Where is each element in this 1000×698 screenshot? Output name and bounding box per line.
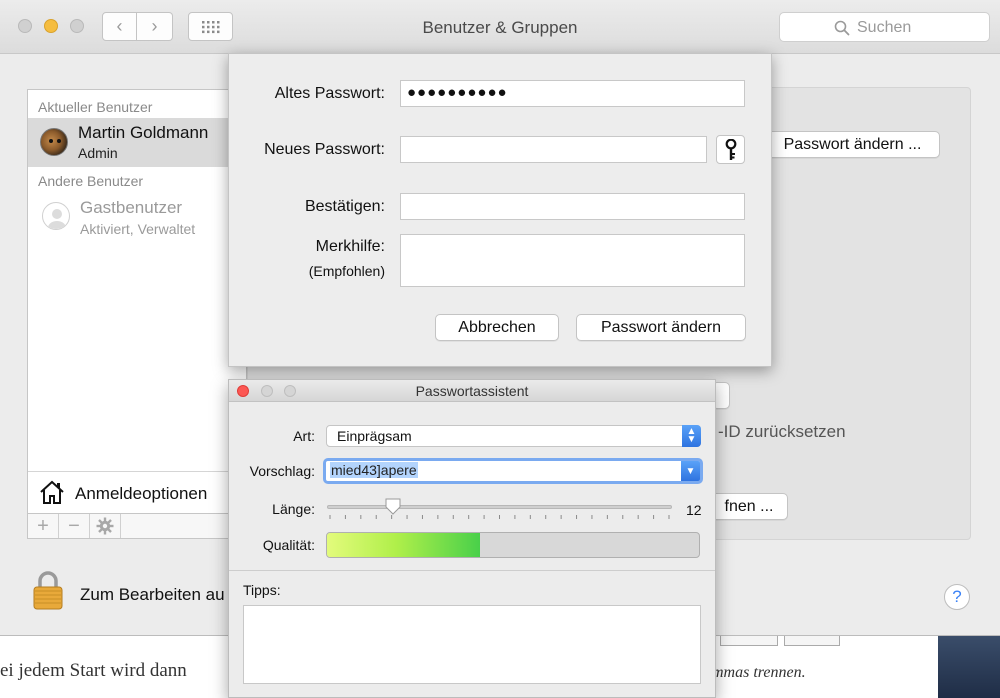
background-buttons bbox=[720, 636, 840, 648]
quality-meter bbox=[326, 532, 700, 558]
login-options-item[interactable]: Anmeldeoptionen bbox=[28, 471, 246, 511]
hint-recommended-label: (Empfohlen) bbox=[308, 263, 385, 279]
type-label: Art: bbox=[293, 428, 315, 444]
user-list: Aktueller Benutzer Martin Goldmann Admin… bbox=[27, 89, 247, 539]
password-hint-field[interactable] bbox=[400, 234, 745, 287]
slider-thumb[interactable] bbox=[384, 498, 402, 516]
cancel-button[interactable]: Abbrechen bbox=[435, 314, 559, 341]
slider-track bbox=[327, 505, 672, 509]
password-assistant-window: Passwortassistent Art: Einprägsam ▲ ▼ Vor… bbox=[228, 379, 716, 698]
old-password-label: Altes Passwort: bbox=[274, 85, 385, 102]
user-row-guest[interactable]: Gastbenutzer Aktiviert, Verwaltet bbox=[28, 196, 246, 242]
guest-avatar-icon bbox=[42, 202, 70, 230]
user-role: Admin bbox=[78, 145, 118, 161]
help-button[interactable]: ? bbox=[944, 584, 970, 610]
avatar bbox=[40, 128, 68, 156]
other-users-section-label: Andere Benutzer bbox=[38, 173, 144, 189]
new-password-field[interactable] bbox=[400, 136, 707, 163]
reset-id-label: -ID zurücksetzen bbox=[718, 422, 846, 441]
length-value: 12 bbox=[686, 502, 702, 518]
password-type-value: Einprägsam bbox=[337, 428, 412, 444]
search-input[interactable]: Suchen bbox=[779, 12, 990, 42]
search-icon bbox=[834, 20, 850, 36]
suggestion-label: Vorschlag: bbox=[249, 463, 315, 479]
background-document-text-right: ommas trennen. bbox=[704, 664, 806, 681]
login-options-label: Anmeldeoptionen bbox=[75, 484, 208, 503]
action-menu-button[interactable] bbox=[90, 514, 121, 538]
search-placeholder: Suchen bbox=[857, 19, 912, 36]
gear-icon bbox=[96, 517, 114, 535]
guest-user-name: Gastbenutzer bbox=[80, 198, 183, 217]
change-password-sheet: Altes Passwort: ●●●●●●●●●● Neues Passwor… bbox=[228, 53, 772, 367]
add-user-button[interactable]: + bbox=[28, 514, 59, 538]
password-assistant-button[interactable] bbox=[716, 135, 745, 164]
confirm-label: Bestätigen: bbox=[304, 198, 385, 215]
length-slider[interactable] bbox=[327, 498, 672, 522]
background-document-text: ei jedem Start wird dann bbox=[0, 660, 187, 681]
tips-label: Tipps: bbox=[243, 582, 281, 598]
quality-label: Qualität: bbox=[262, 537, 315, 553]
suggestion-value: mied43]apere bbox=[330, 462, 418, 478]
assistant-title: Passwortassistent bbox=[415, 383, 529, 399]
hint-label: Merkhilfe: bbox=[315, 238, 385, 255]
window-titlebar: ‹ › Benutzer & Gruppen Suchen bbox=[0, 0, 1000, 54]
new-password-label: Neues Passwort: bbox=[264, 141, 385, 158]
house-icon bbox=[40, 480, 64, 504]
user-list-toolbar: + − bbox=[27, 513, 247, 539]
minus-icon: − bbox=[68, 514, 80, 537]
submit-change-password-button[interactable]: Passwort ändern bbox=[576, 314, 746, 341]
background-dark-panel bbox=[938, 636, 1000, 698]
lock-label: Zum Bearbeiten au bbox=[80, 585, 225, 604]
divider bbox=[229, 570, 715, 571]
confirm-password-field[interactable] bbox=[400, 193, 745, 220]
password-type-select[interactable]: Einprägsam ▲ ▼ bbox=[326, 425, 701, 447]
remove-user-button[interactable]: − bbox=[59, 514, 90, 538]
user-name: Martin Goldmann bbox=[78, 123, 209, 142]
change-password-button[interactable]: Passwort ändern ... bbox=[765, 131, 940, 158]
key-icon bbox=[725, 138, 736, 160]
old-password-field[interactable]: ●●●●●●●●●● bbox=[400, 80, 745, 107]
length-label: Länge: bbox=[272, 501, 315, 517]
chevron-down-icon[interactable]: ▼ bbox=[681, 461, 700, 481]
current-user-section-label: Aktueller Benutzer bbox=[38, 99, 153, 115]
suggestion-combobox[interactable]: mied43]apere ▼ bbox=[323, 458, 703, 484]
updown-chevron-icon: ▲ ▼ bbox=[682, 425, 701, 447]
quality-meter-fill bbox=[327, 533, 480, 557]
plus-icon: + bbox=[37, 514, 49, 537]
slider-ticks bbox=[329, 515, 670, 519]
guest-user-status: Aktiviert, Verwaltet bbox=[80, 221, 196, 237]
lock-icon[interactable] bbox=[32, 570, 64, 610]
open-button[interactable]: fnen ... bbox=[710, 493, 788, 520]
tips-area bbox=[243, 605, 701, 684]
assistant-titlebar: Passwortassistent bbox=[229, 380, 715, 402]
user-row-martin-goldmann[interactable]: Martin Goldmann Admin bbox=[28, 118, 246, 167]
